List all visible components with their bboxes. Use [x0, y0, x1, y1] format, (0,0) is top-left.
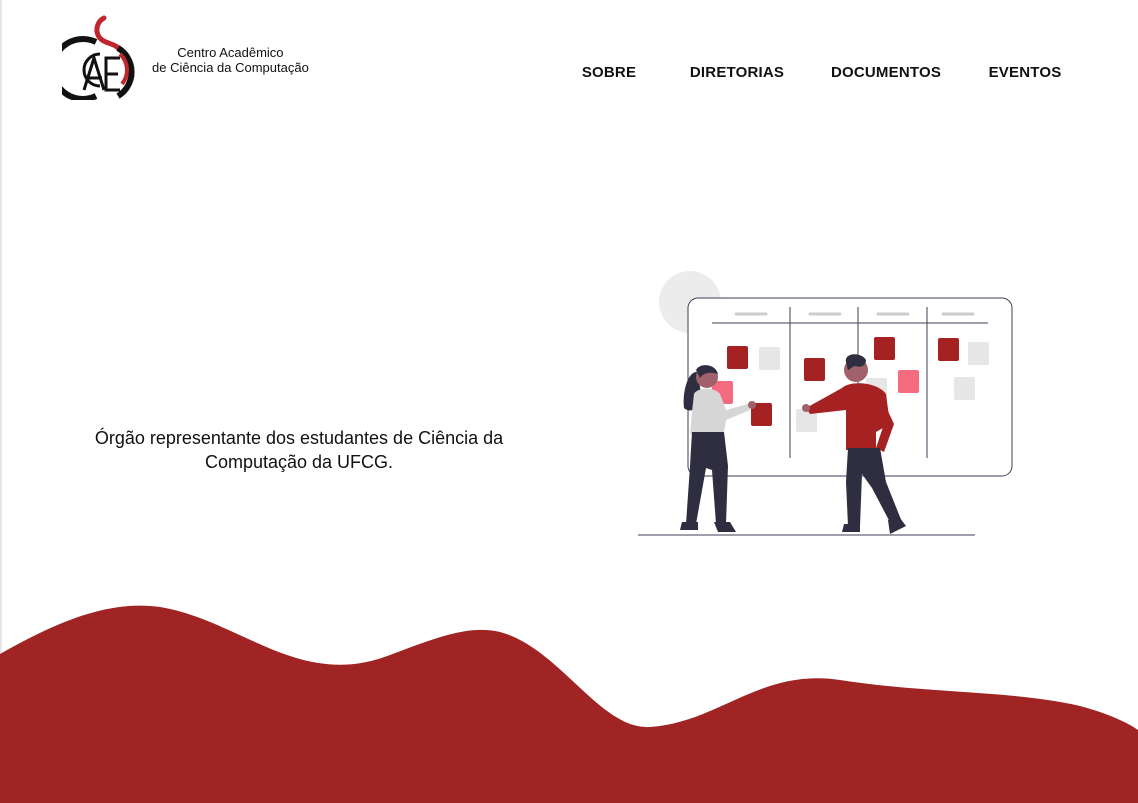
nav-item-diretorias[interactable]: DIRETORIAS [690, 64, 784, 81]
caccc-logo-icon [62, 15, 135, 100]
logo-link[interactable]: Centro Acadêmico de Ciência da Computaçã… [62, 14, 309, 100]
nav-item-documentos[interactable]: DOCUMENTOS [831, 64, 941, 81]
hero-tagline: Órgão representante dos estudantes de Ci… [94, 428, 504, 472]
page: Centro Acadêmico de Ciência da Computaçã… [0, 0, 1138, 803]
kanban-board-team-illustration-icon [638, 271, 1013, 536]
logo-line-1: Centro Acadêmico [177, 45, 284, 60]
footer-wave [0, 605, 1138, 803]
nav-item-sobre[interactable]: SOBRE [582, 64, 636, 81]
site-header: Centro Acadêmico de Ciência da Computaçã… [0, 0, 1138, 140]
nav-item-eventos[interactable]: EVENTOS [989, 64, 1062, 81]
main-nav: SOBRE DIRETORIAS DOCUMENTOS EVENTOS [0, 64, 1138, 84]
